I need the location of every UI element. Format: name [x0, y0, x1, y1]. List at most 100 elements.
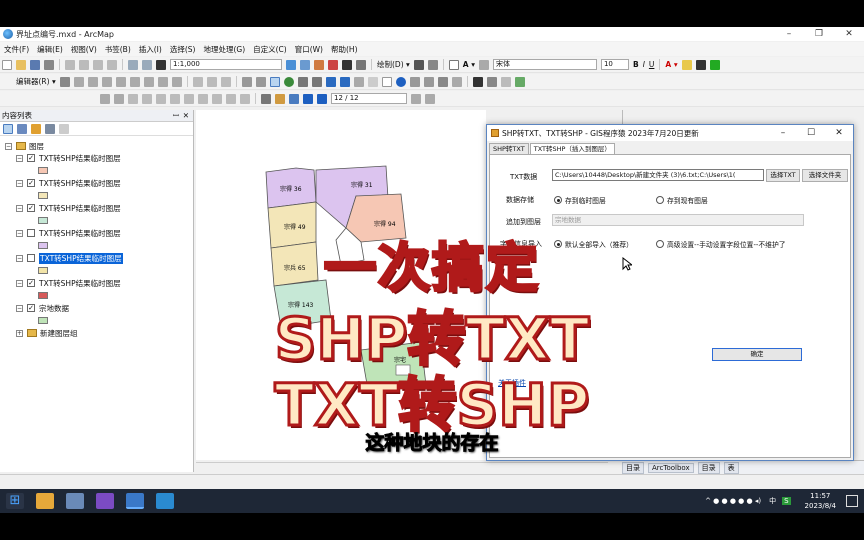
dialog-close-button[interactable]: ✕ [827, 125, 851, 141]
page-field[interactable]: 12 / 12 [331, 93, 407, 104]
edit-annotation-icon[interactable] [73, 76, 84, 87]
layer-checkbox[interactable]: ✓ [27, 204, 35, 212]
fixed-zoom-in-icon[interactable] [297, 76, 308, 87]
scale-combo[interactable]: 1:1,000 [170, 59, 282, 70]
model-icon[interactable] [356, 59, 366, 70]
select-elements-icon[interactable] [413, 59, 424, 70]
find-icon[interactable] [409, 76, 420, 87]
new-icon[interactable] [2, 59, 12, 70]
storage-existing-radio[interactable]: 存到现有图层 [656, 195, 708, 205]
layer-checkbox[interactable]: ✓ [27, 179, 35, 187]
last-page-icon[interactable] [425, 93, 435, 104]
time-slider-icon[interactable] [500, 76, 511, 87]
txt-path-field[interactable]: C:\Users\10448\Desktop\新建文件夹 (3)\6.txt;C… [552, 169, 764, 181]
arcmap-taskbar-icon[interactable] [126, 493, 144, 509]
menu-windows[interactable]: 窗口(W) [291, 44, 327, 55]
dock-tab-catalog[interactable]: 目录 [622, 461, 644, 474]
ime-icon[interactable]: S [782, 497, 791, 505]
layout-template-icon[interactable] [212, 93, 222, 104]
toolbox-icon[interactable] [328, 59, 338, 70]
print-icon[interactable] [44, 59, 54, 70]
file-explorer-icon[interactable] [36, 493, 54, 509]
menu-bookmarks[interactable]: 书签(B) [101, 44, 135, 55]
collapse-icon[interactable]: − [5, 142, 12, 150]
layout-100-icon[interactable] [142, 93, 152, 104]
list-by-selection-icon[interactable] [45, 123, 55, 134]
python-icon[interactable] [342, 59, 352, 70]
layout-back-icon[interactable] [170, 93, 180, 104]
layout-zoom-icon[interactable] [100, 93, 110, 104]
list-by-drawing-order-icon[interactable] [3, 123, 13, 134]
menu-selection[interactable]: 选择(S) [166, 44, 200, 55]
create-features-icon[interactable] [171, 76, 182, 87]
rotate-icon[interactable] [427, 59, 438, 70]
layout-forward-icon[interactable] [184, 93, 194, 104]
storage-temp-radio[interactable]: 存到临时图层 [554, 195, 606, 205]
paste-icon[interactable] [93, 59, 103, 70]
list-by-source-icon[interactable] [17, 123, 27, 134]
menu-file[interactable]: 文件(F) [0, 44, 33, 55]
pan-icon[interactable] [269, 76, 280, 87]
menu-view[interactable]: 视图(V) [67, 44, 101, 55]
rectangle-icon[interactable] [448, 59, 459, 70]
save-icon[interactable] [30, 59, 40, 70]
line-color-icon[interactable] [695, 59, 706, 70]
layer-checkbox[interactable]: ✓ [27, 154, 35, 162]
minimize-button[interactable]: – [774, 27, 804, 41]
layout-fixed-zoom-icon[interactable] [156, 93, 166, 104]
georef-icon[interactable] [206, 76, 217, 87]
first-page-icon[interactable] [303, 93, 313, 104]
forward-extent-icon[interactable] [339, 76, 350, 87]
append-layer-combo[interactable]: 宗地数据 [552, 214, 804, 226]
ddp-setup-icon[interactable] [275, 93, 285, 104]
layout-pan-icon[interactable] [114, 93, 124, 104]
font-name-combo[interactable]: 宋体 [492, 59, 597, 70]
collapse-icon[interactable]: − [16, 204, 23, 212]
viewer-icon[interactable] [514, 76, 525, 87]
app-icon-2[interactable] [156, 493, 174, 509]
redo-icon[interactable] [142, 59, 152, 70]
underline-button[interactable]: U [649, 60, 655, 69]
edit-tool-icon[interactable] [59, 76, 70, 87]
marker-color-icon[interactable] [709, 59, 720, 70]
menu-help[interactable]: 帮助(H) [327, 44, 362, 55]
italic-button[interactable]: I [643, 60, 645, 69]
app-icon-1[interactable] [66, 493, 84, 509]
catalog-icon[interactable] [314, 59, 324, 70]
data-driven-pages-icon[interactable] [261, 93, 271, 104]
menu-geoprocessing[interactable]: 地理处理(G) [199, 44, 249, 55]
next-page-icon[interactable] [411, 93, 421, 104]
rotate-feature-icon[interactable] [129, 76, 140, 87]
select-folder-button[interactable]: 选择文件夹 [802, 169, 848, 182]
tray-icons[interactable]: ^ ● ● ● ● ● ◂) [705, 497, 761, 505]
dialog-maximize-button[interactable]: ☐ [799, 125, 823, 141]
collapse-icon[interactable]: − [16, 179, 23, 187]
ddp-export-icon[interactable] [289, 93, 299, 104]
dock-tab-arctoolbox[interactable]: ArcToolbox [648, 462, 694, 473]
windows-start-icon[interactable]: ⊞ [6, 493, 24, 509]
cut-icon[interactable] [65, 59, 75, 70]
zoom-in-icon[interactable] [241, 76, 252, 87]
pin-icon[interactable]: ꟷ [173, 110, 179, 122]
layout-toggle-icon[interactable] [198, 93, 208, 104]
identify-icon[interactable] [395, 76, 406, 87]
close-button[interactable]: ✕ [834, 27, 864, 41]
zoom-out-icon[interactable] [255, 76, 266, 87]
snapping-icon[interactable] [220, 76, 231, 87]
delete-icon[interactable] [107, 59, 117, 70]
toc-options-icon[interactable] [59, 123, 69, 134]
notification-icon[interactable] [846, 495, 858, 507]
text-tool-icon[interactable]: A ▾ [463, 60, 475, 69]
split-icon[interactable] [115, 76, 126, 87]
back-extent-icon[interactable] [325, 76, 336, 87]
editor-menu[interactable]: 编辑器(R) ▾ [16, 76, 56, 87]
fill-color-icon[interactable] [681, 59, 692, 70]
select-txt-button[interactable]: 选择TXT [766, 169, 800, 182]
find-route-icon[interactable] [423, 76, 434, 87]
previous-page-icon[interactable] [317, 93, 327, 104]
attributes-icon[interactable] [143, 76, 154, 87]
bold-button[interactable]: B [633, 60, 639, 69]
measure-icon[interactable] [437, 76, 448, 87]
visual-studio-icon[interactable] [96, 493, 114, 509]
full-extent-icon[interactable] [283, 76, 294, 87]
